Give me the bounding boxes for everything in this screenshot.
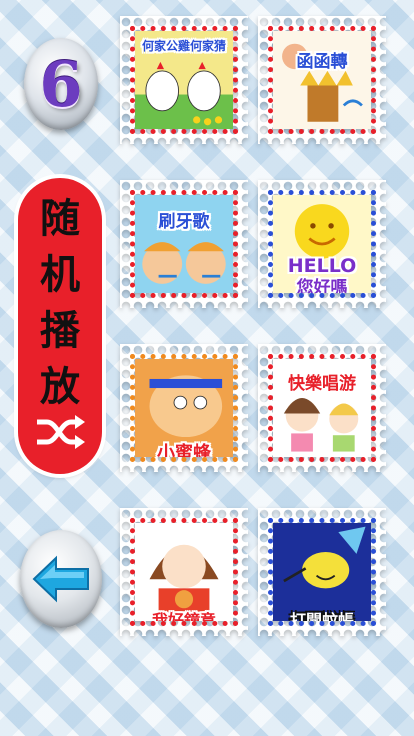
song-title-1: 何家公雞何家猜: [141, 39, 226, 53]
song-title-8: 打開蚊帳: [289, 611, 354, 626]
random-play-char-3: 播: [40, 308, 80, 354]
song-selection-screen: 6 随 机 播 放 何家公雞何家猜 函函轉 刷牙歌 HELLO 您好嗎 小蜜蜂 …: [0, 0, 414, 736]
song-title-5: 小蜜蜂: [157, 443, 211, 462]
song-title-3: 刷牙歌: [158, 212, 210, 232]
song-tile-2-frame: 函函轉: [268, 26, 376, 134]
random-play-char-4: 放: [40, 364, 80, 410]
song-tile-3[interactable]: 刷牙歌: [120, 180, 248, 308]
page-number: 6: [39, 47, 83, 121]
song-title-6: 快樂唱游: [288, 374, 356, 394]
random-play-char-2: 机: [40, 252, 80, 298]
song-tile-6[interactable]: 快樂唱游: [258, 344, 386, 472]
song-tile-5-frame: 小蜜蜂: [130, 354, 238, 462]
song-tile-7[interactable]: 我好鐘意: [120, 508, 248, 636]
song-tile-6-frame: 快樂唱游: [268, 354, 376, 462]
song-tile-7-frame: 我好鐘意: [130, 518, 238, 626]
back-button[interactable]: [20, 530, 102, 628]
random-play-button[interactable]: 随 机 播 放: [18, 178, 102, 474]
song-tile-1-frame: 何家公雞何家猜: [130, 26, 238, 134]
song-tile-1[interactable]: 何家公雞何家猜: [120, 16, 248, 144]
song-title-7: 我好鐘意: [151, 611, 216, 626]
song-tile-4-frame: HELLO 您好嗎: [268, 190, 376, 298]
page-number-badge: 6: [24, 38, 98, 130]
carnival-illustration: [273, 31, 371, 129]
song-title-4-line1: HELLO: [287, 255, 357, 277]
song-tile-2[interactable]: 函函轉: [258, 16, 386, 144]
song-title-2: 函函轉: [296, 52, 348, 72]
song-title-4-line2: 您好嗎: [296, 278, 348, 298]
song-tile-5[interactable]: 小蜜蜂: [120, 344, 248, 472]
shuffle-icon: [37, 415, 85, 449]
song-tile-8-frame: 打開蚊帳: [268, 518, 376, 626]
random-play-char-1: 随: [40, 196, 80, 242]
back-arrow-icon: [32, 555, 89, 603]
song-tile-8[interactable]: 打開蚊帳: [258, 508, 386, 636]
song-tile-4[interactable]: HELLO 您好嗎: [258, 180, 386, 308]
song-tile-3-frame: 刷牙歌: [130, 190, 238, 298]
